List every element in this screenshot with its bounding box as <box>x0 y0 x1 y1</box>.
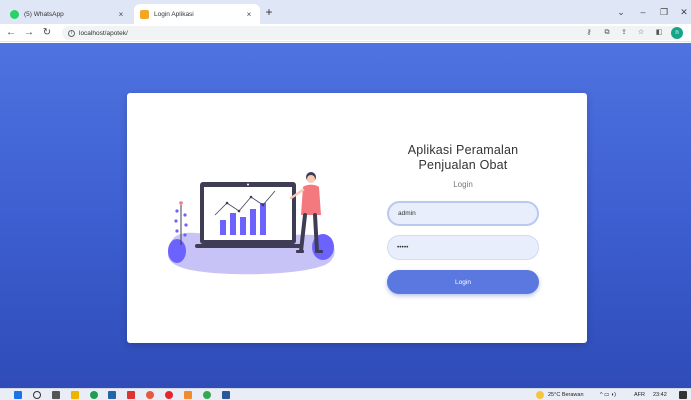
forward-icon[interactable]: → <box>22 26 36 40</box>
username-input[interactable] <box>387 201 539 226</box>
clock[interactable]: 23:42 <box>653 390 667 400</box>
password-input[interactable] <box>387 235 539 260</box>
minimize-icon[interactable]: – <box>634 4 652 20</box>
maximize-icon[interactable]: ❐ <box>655 4 673 20</box>
dashboard-illustration <box>167 172 335 275</box>
browser-tab-strip: (5) WhatsApp × Login Aplikasi × + ⌄ – ❐ … <box>0 0 691 24</box>
tab-title: (5) WhatsApp <box>24 10 64 18</box>
weather-text[interactable]: 25°C Berawan <box>548 390 584 400</box>
chrome-icon[interactable] <box>203 391 211 399</box>
edge-icon[interactable] <box>90 391 98 399</box>
tray-icons[interactable]: ^ ▭ ◖) <box>600 390 616 400</box>
tab-login-aplikasi[interactable]: Login Aplikasi × <box>134 4 260 24</box>
login-form: Aplikasi Peramalan Penjualan Obat Login … <box>387 93 539 343</box>
file-explorer-icon[interactable] <box>71 391 79 399</box>
app-title-line-2: Penjualan Obat <box>418 158 508 172</box>
store-icon[interactable] <box>108 391 116 399</box>
bookmark-star-icon[interactable]: ☆ <box>635 27 647 39</box>
tab-title: Login Aplikasi <box>154 10 194 18</box>
word-icon[interactable] <box>222 391 230 399</box>
new-tab-button[interactable]: + <box>263 5 275 19</box>
close-window-icon[interactable]: ✕ <box>675 4 691 20</box>
start-icon[interactable] <box>14 391 22 399</box>
reload-icon[interactable]: ↻ <box>40 26 54 40</box>
key-icon[interactable]: ⚷ <box>583 27 595 39</box>
info-icon[interactable]: i <box>68 29 75 37</box>
language-indicator[interactable]: AFR <box>634 390 645 400</box>
sidepanel-icon[interactable]: ◧ <box>653 27 665 39</box>
app-icon[interactable] <box>127 391 135 399</box>
app-icon[interactable] <box>146 391 154 399</box>
tab-whatsapp[interactable]: (5) WhatsApp × <box>4 4 132 24</box>
search-icon[interactable] <box>33 391 41 399</box>
tab-search-icon[interactable]: ⌄ <box>612 4 630 20</box>
app-title-line-1: Aplikasi Peramalan <box>407 143 519 157</box>
close-icon[interactable]: × <box>244 10 254 19</box>
app-favicon-icon <box>140 9 149 19</box>
profile-avatar[interactable]: n <box>671 27 683 39</box>
opera-icon[interactable] <box>165 391 173 399</box>
form-subtitle: Login <box>453 180 473 189</box>
translate-icon[interactable]: ⧉ <box>601 27 613 39</box>
app-icon[interactable] <box>184 391 192 399</box>
back-icon[interactable]: ← <box>4 26 18 40</box>
address-text: localhost/apotek/ <box>79 29 128 37</box>
share-icon[interactable]: ⇪ <box>618 27 630 39</box>
task-view-icon[interactable] <box>52 391 60 399</box>
browser-toolbar: ← → ↻ i localhost/apotek/ ⚷ ⧉ ⇪ ☆ ◧ <box>0 24 691 42</box>
login-button[interactable]: Login <box>387 270 539 294</box>
app-title: Aplikasi Peramalan Penjualan Obat <box>387 143 539 173</box>
page-background: Aplikasi Peramalan Penjualan Obat Login … <box>0 43 691 388</box>
whatsapp-icon <box>10 9 19 19</box>
weather-icon[interactable] <box>536 391 544 399</box>
login-card: Aplikasi Peramalan Penjualan Obat Login … <box>127 93 587 343</box>
windows-taskbar: 25°C Berawan ^ ▭ ◖) AFR 23:42 <box>0 388 691 400</box>
notification-icon[interactable] <box>679 391 687 399</box>
close-icon[interactable]: × <box>116 10 126 19</box>
